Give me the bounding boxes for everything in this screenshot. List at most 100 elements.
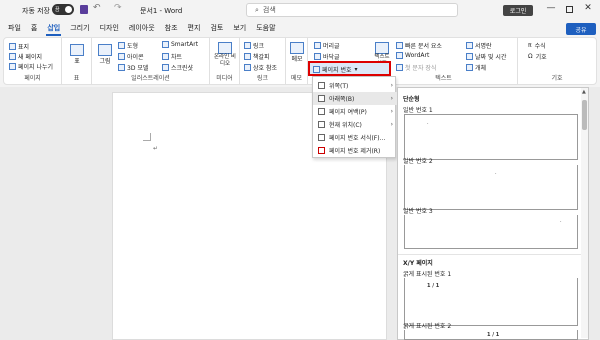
page-number-button[interactable]: 페이지 번호 ▾ bbox=[308, 61, 391, 76]
3d-models-button[interactable]: 3D 모델 bbox=[118, 63, 148, 72]
menu-item-top-of-page[interactable]: 위쪽(T) › bbox=[313, 79, 397, 92]
picture-icon bbox=[98, 44, 112, 56]
group-pages: 표지 새 페이지 페이지 나누기 페이지 bbox=[4, 38, 62, 84]
close-button[interactable]: ✕ bbox=[582, 3, 594, 13]
menu-item-page-margins[interactable]: 페이지 여백(P) › bbox=[313, 105, 397, 118]
text-cursor: ↵ bbox=[153, 145, 159, 152]
group-media: 온라인 비디오 미디어 bbox=[210, 38, 240, 84]
wordart-button[interactable]: WordArt bbox=[396, 52, 429, 59]
screenshot-button[interactable]: 스크린샷 bbox=[162, 63, 193, 72]
gallery-thumb-plain-3[interactable]: · bbox=[404, 215, 578, 249]
page-number-gallery: 단순형 일반 번호 1 · 일반 번호 2 · 일반 번호 3 · X/Y 페이… bbox=[397, 87, 589, 340]
bookmark-button[interactable]: 책갈피 bbox=[244, 52, 270, 61]
tab-help[interactable]: 도움말 bbox=[251, 20, 280, 37]
maximize-button[interactable] bbox=[566, 6, 573, 13]
tab-references[interactable]: 참조 bbox=[160, 20, 183, 37]
chevron-right-icon: › bbox=[390, 82, 393, 89]
picture-button[interactable]: 그림 bbox=[96, 44, 114, 65]
gallery-section-simple: 단순형 bbox=[403, 96, 420, 103]
omega-icon: Ω bbox=[528, 53, 533, 60]
shapes-button[interactable]: 도형 bbox=[118, 41, 138, 50]
header-icon bbox=[314, 42, 321, 49]
smartart-button[interactable]: SmartArt bbox=[162, 41, 198, 48]
equation-button[interactable]: π 수식 bbox=[528, 41, 546, 50]
date-time-button[interactable]: 날짜 및 시간 bbox=[466, 52, 506, 61]
tab-layout[interactable]: 레이아웃 bbox=[124, 20, 160, 37]
gallery-scrollbar[interactable]: ▲ bbox=[581, 88, 588, 338]
scrollbar-thumb[interactable] bbox=[582, 100, 587, 130]
scroll-up-icon[interactable]: ▲ bbox=[582, 89, 586, 95]
icons-button[interactable]: 아이콘 bbox=[118, 52, 144, 61]
link-icon bbox=[244, 42, 251, 49]
chevron-right-icon: › bbox=[390, 95, 393, 102]
minimize-button[interactable]: — bbox=[545, 3, 557, 13]
footer-icon bbox=[314, 53, 321, 60]
gallery-thumb-plain-2[interactable]: · bbox=[404, 165, 578, 210]
tab-view[interactable]: 보기 bbox=[228, 20, 251, 37]
gallery-thumb-bold-2[interactable]: 1 / 1 bbox=[404, 330, 578, 340]
tab-insert[interactable]: 삽입 bbox=[42, 20, 65, 37]
tab-design[interactable]: 디자인 bbox=[95, 20, 124, 37]
group-label-illustrations: 일러스트레이션 bbox=[131, 75, 170, 82]
comment-button[interactable]: 메모 bbox=[288, 42, 306, 63]
autosave-label: 자동 저장 bbox=[22, 7, 50, 15]
gallery-divider bbox=[398, 254, 588, 255]
footer-button[interactable]: 바닥글 bbox=[314, 52, 340, 61]
blank-page-button[interactable]: 새 페이지 bbox=[9, 52, 42, 61]
share-button[interactable]: 공유 bbox=[566, 23, 596, 35]
pi-icon: π bbox=[528, 42, 532, 49]
menu-item-bottom-of-page[interactable]: 아래쪽(B) › bbox=[313, 92, 397, 105]
gallery-section-xy: X/Y 페이지 bbox=[403, 260, 433, 267]
icons-icon bbox=[118, 53, 125, 60]
chart-button[interactable]: 차트 bbox=[162, 52, 182, 61]
format-icon bbox=[318, 134, 325, 141]
menu-item-remove-page-numbers[interactable]: 페이지 번호 제거(R) bbox=[313, 144, 397, 157]
gallery-item-label: 일반 번호 3 bbox=[403, 208, 433, 215]
object-button[interactable]: 개체 bbox=[466, 63, 486, 72]
tab-file[interactable]: 파일 bbox=[0, 20, 26, 37]
page-number-icon bbox=[313, 66, 320, 73]
bookmark-icon bbox=[244, 53, 251, 60]
header-button[interactable]: 머리글 bbox=[314, 41, 340, 50]
tab-mailings[interactable]: 편지 bbox=[183, 20, 206, 37]
quick-parts-button[interactable]: 빠른 문서 요소 bbox=[396, 41, 442, 50]
current-position-icon bbox=[318, 121, 325, 128]
gallery-item-label: 일반 번호 2 bbox=[403, 158, 433, 165]
cover-page-button[interactable]: 표지 bbox=[9, 42, 29, 51]
symbol-button[interactable]: Ω 기호 bbox=[528, 52, 547, 61]
tab-draw[interactable]: 그리기 bbox=[65, 20, 94, 37]
group-illustrations: 그림 도형 아이콘 3D 모델 SmartArt 차트 스크린샷 일러스트레이션 bbox=[92, 38, 210, 84]
cross-reference-button[interactable]: 상호 참조 bbox=[244, 63, 277, 72]
cross-reference-icon bbox=[244, 64, 251, 71]
search-input[interactable]: ⌕ 검색 bbox=[246, 3, 458, 17]
tab-home[interactable]: 홈 bbox=[26, 20, 42, 37]
online-video-button[interactable]: 온라인 비디오 bbox=[213, 42, 237, 68]
save-icon[interactable] bbox=[80, 5, 88, 14]
table-button[interactable]: 표 bbox=[68, 44, 86, 65]
3d-model-icon bbox=[118, 64, 125, 71]
bold-sample: 1 / 1 bbox=[427, 283, 440, 289]
gallery-item-label: 일반 번호 1 bbox=[403, 107, 433, 114]
login-button[interactable]: 로그인 bbox=[503, 5, 533, 16]
chevron-down-icon: ▾ bbox=[354, 66, 358, 73]
drop-cap-button[interactable]: 첫 문자 장식 bbox=[396, 63, 436, 72]
menu-item-format-page-numbers[interactable]: 페이지 번호 서식(F)... bbox=[313, 131, 397, 144]
shapes-icon bbox=[118, 42, 125, 49]
gallery-thumb-plain-1[interactable]: · bbox=[404, 114, 578, 160]
link-button[interactable]: 링크 bbox=[244, 41, 264, 50]
chevron-right-icon: › bbox=[390, 121, 393, 128]
autosave-toggle[interactable]: 끔 bbox=[52, 4, 74, 15]
page-break-button[interactable]: 페이지 나누기 bbox=[9, 62, 53, 71]
cover-page-icon bbox=[9, 43, 16, 50]
menu-item-current-position[interactable]: 현재 위치(C) › bbox=[313, 118, 397, 131]
gallery-thumb-bold-1[interactable]: 1 / 1 bbox=[404, 278, 578, 326]
signature-line-button[interactable]: 서명란 bbox=[466, 41, 492, 50]
tab-review[interactable]: 검토 bbox=[205, 20, 228, 37]
page-bottom-icon bbox=[318, 95, 325, 102]
remove-icon bbox=[318, 147, 325, 154]
title-bar: 자동 저장 끔 ↶ ↷ 문서1 - Word ⌕ 검색 로그인 — ✕ bbox=[0, 0, 600, 20]
group-label-links: 링크 bbox=[256, 75, 269, 82]
undo-icon[interactable]: ↶ bbox=[93, 3, 101, 13]
date-time-icon bbox=[466, 53, 473, 60]
redo-icon[interactable]: ↷ bbox=[114, 3, 122, 13]
